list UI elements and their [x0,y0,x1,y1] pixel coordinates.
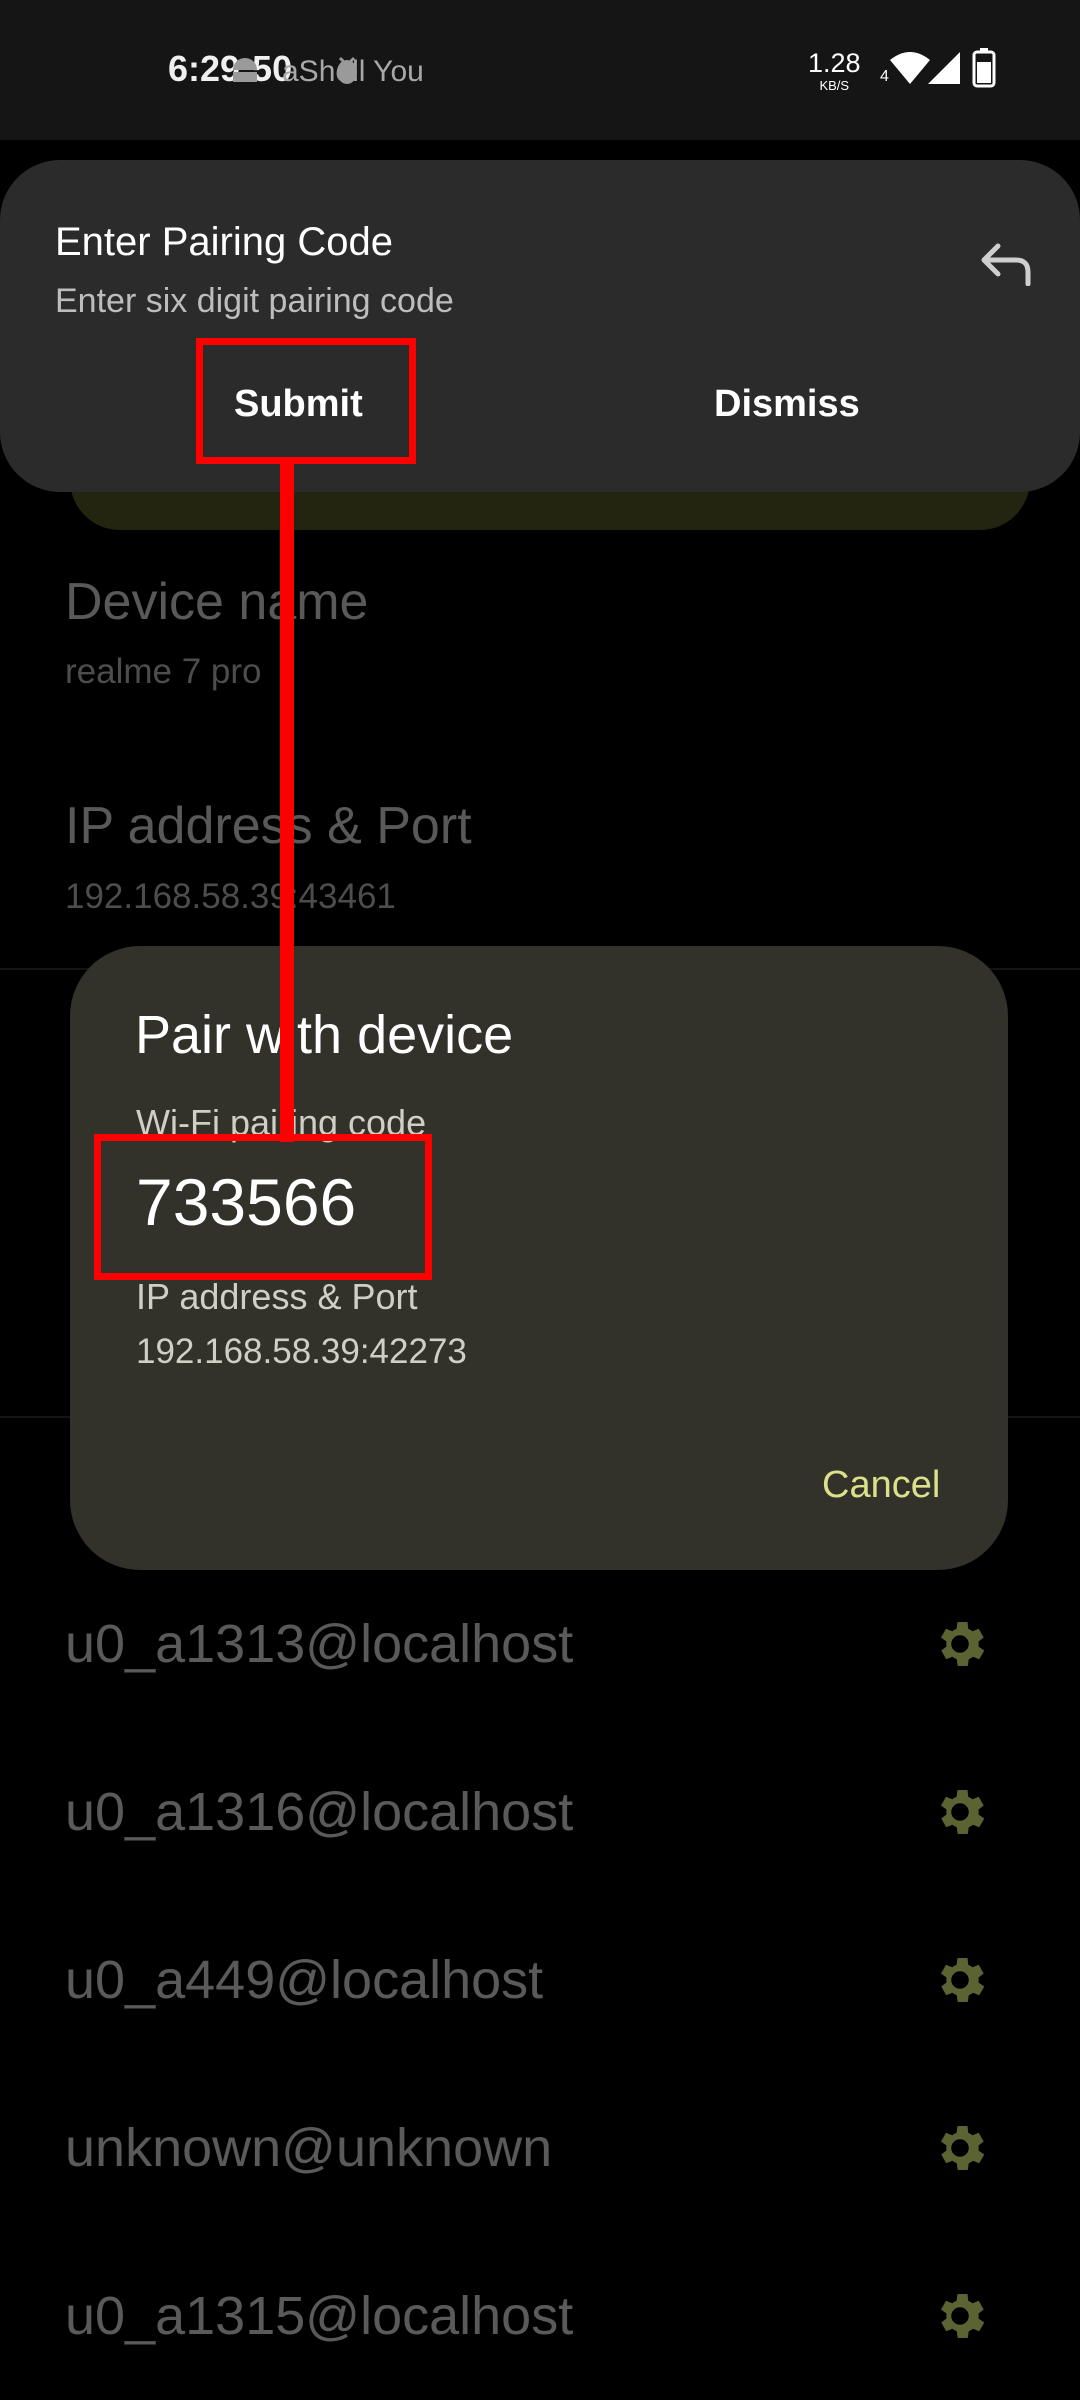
pairing-notification: Enter Pairing Code Enter six digit pairi… [0,160,1080,492]
annotation-box-code [94,1134,432,1280]
battery-icon [972,48,996,88]
dialog-ip-value: 192.168.58.39:42273 [136,1332,467,1371]
status-bar: 6:29:50 aShell You 1.28 KB/S 4 [0,0,1080,140]
connection-label: unknown@unknown [65,2118,553,2178]
ip-address-title: IP address & Port [65,797,472,855]
connection-label: u0_a1316@localhost [65,1782,574,1842]
connection-row[interactable]: unknown@unknown [0,2064,1080,2232]
gear-icon[interactable] [930,1614,990,1674]
gear-icon[interactable] [930,2118,990,2178]
notification-subtitle: Enter six digit pairing code [55,282,454,320]
device-name-value: realme 7 pro [65,652,262,691]
bug-icon [330,52,364,94]
notification-title: Enter Pairing Code [55,220,393,264]
connection-label: u0_a1313@localhost [65,1614,574,1674]
gear-icon[interactable] [930,1782,990,1842]
connection-label: u0_a449@localhost [65,1950,544,2010]
connection-row[interactable]: u0_a1315@localhost [0,2232,1080,2400]
signal-icon [928,52,960,84]
connection-row[interactable]: u0_a449@localhost [0,1896,1080,2064]
network-speed: 1.28 KB/S [808,48,861,93]
ip-address-value: 192.168.58.39:43461 [65,877,396,916]
device-name-title: Device name [65,573,369,631]
dialog-title: Pair with device [135,1005,514,1065]
connection-row[interactable]: u0_a1313@localhost [0,1560,1080,1728]
gear-icon[interactable] [930,2286,990,2346]
annotation-box-submit [196,338,416,464]
dialog-ip-label: IP address & Port [136,1276,418,1317]
connection-label: u0_a1315@localhost [65,2286,574,2346]
dismiss-button[interactable]: Dismiss [714,383,860,426]
android-icon [228,52,262,94]
connection-row[interactable]: u0_a1316@localhost [0,1728,1080,1896]
cancel-button[interactable]: Cancel [822,1464,940,1507]
annotation-connector [280,462,294,1142]
reply-icon[interactable] [980,242,1032,286]
gear-icon[interactable] [930,1950,990,2010]
